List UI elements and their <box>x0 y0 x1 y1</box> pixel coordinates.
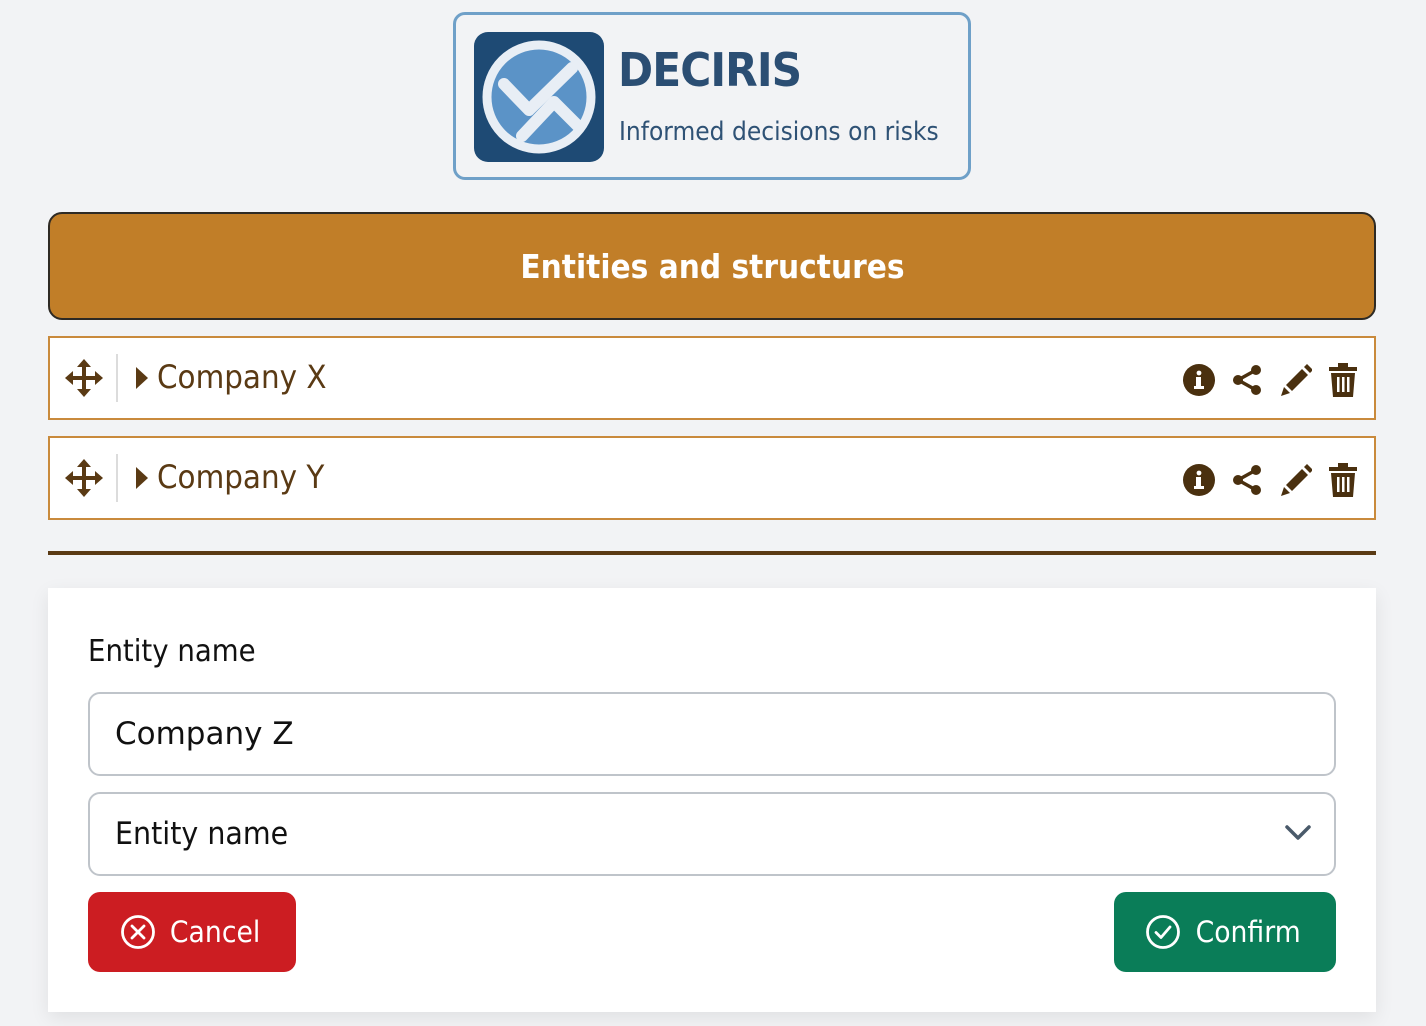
drag-move-icon[interactable] <box>64 358 104 398</box>
entity-name-input[interactable] <box>88 692 1336 776</box>
entity-row[interactable]: Company X <box>48 336 1376 420</box>
brand-name: DECIRIS <box>618 43 802 97</box>
info-icon[interactable] <box>1182 460 1216 500</box>
brand-tagline: Informed decisions on risks <box>619 117 939 147</box>
info-icon[interactable] <box>1182 360 1216 400</box>
deciris-logo-icon <box>474 32 604 162</box>
entity-name[interactable]: Company Y <box>157 458 324 496</box>
entity-type-select[interactable]: Entity name <box>88 792 1336 876</box>
select-value: Entity name <box>115 816 289 852</box>
confirm-button[interactable]: Confirm <box>1114 892 1336 972</box>
cancel-button[interactable]: Cancel <box>88 892 296 972</box>
brand-logo[interactable]: DECIRIS Informed decisions on risks <box>453 12 971 180</box>
trash-icon[interactable] <box>1326 460 1360 500</box>
entity-name[interactable]: Company X <box>157 358 327 396</box>
section-header: Entities and structures <box>48 212 1376 320</box>
entity-name-label: Entity name <box>88 634 256 669</box>
section-divider <box>48 551 1376 555</box>
chevron-down-icon <box>1284 822 1312 846</box>
caret-right-icon[interactable] <box>136 467 148 489</box>
edit-pencil-icon[interactable] <box>1278 460 1312 500</box>
entity-row[interactable]: Company Y <box>48 436 1376 520</box>
section-title: Entities and structures <box>519 246 905 286</box>
drag-move-icon[interactable] <box>64 458 104 498</box>
confirm-label: Confirm <box>1195 915 1301 949</box>
caret-right-icon[interactable] <box>136 367 148 389</box>
row-divider <box>116 354 118 402</box>
check-circle-icon <box>1145 915 1180 949</box>
edit-pencil-icon[interactable] <box>1278 360 1312 400</box>
row-divider <box>116 454 118 502</box>
close-circle-icon <box>120 915 155 949</box>
share-icon[interactable] <box>1230 460 1264 500</box>
trash-icon[interactable] <box>1326 360 1360 400</box>
cancel-label: Cancel <box>169 915 261 949</box>
add-entity-form: Entity name Entity name Cancel Confirm <box>48 588 1376 1012</box>
share-icon[interactable] <box>1230 360 1264 400</box>
